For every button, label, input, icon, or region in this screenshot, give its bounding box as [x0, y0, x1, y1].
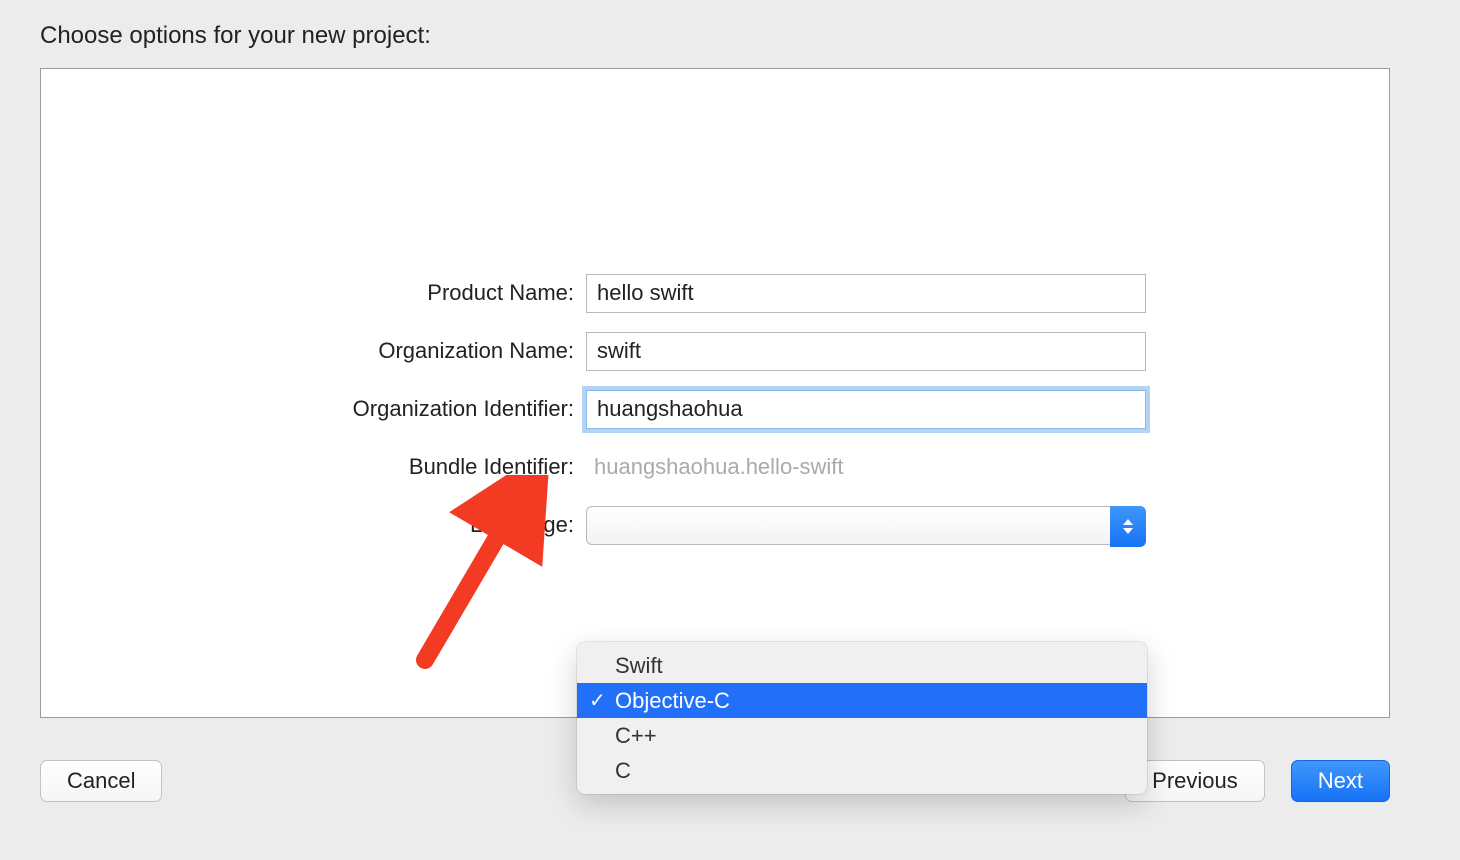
- organization-identifier-label: Organization Identifier:: [41, 396, 586, 422]
- chevron-down-icon: [1123, 528, 1133, 534]
- organization-name-row: Organization Name:: [41, 322, 1389, 380]
- bundle-identifier-value: huangshaohua.hello-swift: [586, 454, 844, 480]
- bundle-identifier-label: Bundle Identifier:: [41, 454, 586, 480]
- next-button[interactable]: Next: [1291, 760, 1390, 802]
- product-name-input[interactable]: [586, 274, 1146, 313]
- language-popup[interactable]: [586, 506, 1146, 545]
- menu-item-c[interactable]: C: [577, 753, 1147, 788]
- checkmark-icon: ✓: [589, 688, 606, 713]
- organization-identifier-field-wrap: [586, 390, 1146, 429]
- menu-item-label: Objective-C: [615, 688, 730, 714]
- product-name-label: Product Name:: [41, 280, 586, 306]
- options-panel: Product Name: Organization Name: Organiz…: [40, 68, 1390, 718]
- cancel-button[interactable]: Cancel: [40, 760, 162, 802]
- menu-item-objective-c[interactable]: ✓ Objective-C: [577, 683, 1147, 718]
- organization-identifier-input[interactable]: [586, 390, 1146, 429]
- bundle-identifier-row: Bundle Identifier: huangshaohua.hello-sw…: [41, 438, 1389, 496]
- menu-item-cpp[interactable]: C++: [577, 718, 1147, 753]
- organization-name-label: Organization Name:: [41, 338, 586, 364]
- menu-item-swift[interactable]: Swift: [577, 648, 1147, 683]
- organization-identifier-row: Organization Identifier:: [41, 380, 1389, 438]
- language-row: Language:: [41, 496, 1389, 554]
- menu-item-label: Swift: [615, 653, 663, 679]
- project-options-form: Product Name: Organization Name: Organiz…: [41, 264, 1389, 554]
- popup-arrows-icon: [1110, 506, 1146, 547]
- language-label: Language:: [41, 512, 586, 538]
- menu-item-label: C++: [615, 723, 657, 749]
- nav-button-group: Previous Next: [1125, 760, 1390, 802]
- organization-name-field-wrap: [586, 332, 1146, 371]
- organization-name-input[interactable]: [586, 332, 1146, 371]
- menu-item-label: C: [615, 758, 631, 784]
- language-dropdown-menu: Swift ✓ Objective-C C++ C: [577, 642, 1147, 794]
- product-name-row: Product Name:: [41, 264, 1389, 322]
- chevron-up-icon: [1123, 519, 1133, 525]
- page-heading: Choose options for your new project:: [40, 22, 431, 50]
- product-name-field-wrap: [586, 274, 1146, 313]
